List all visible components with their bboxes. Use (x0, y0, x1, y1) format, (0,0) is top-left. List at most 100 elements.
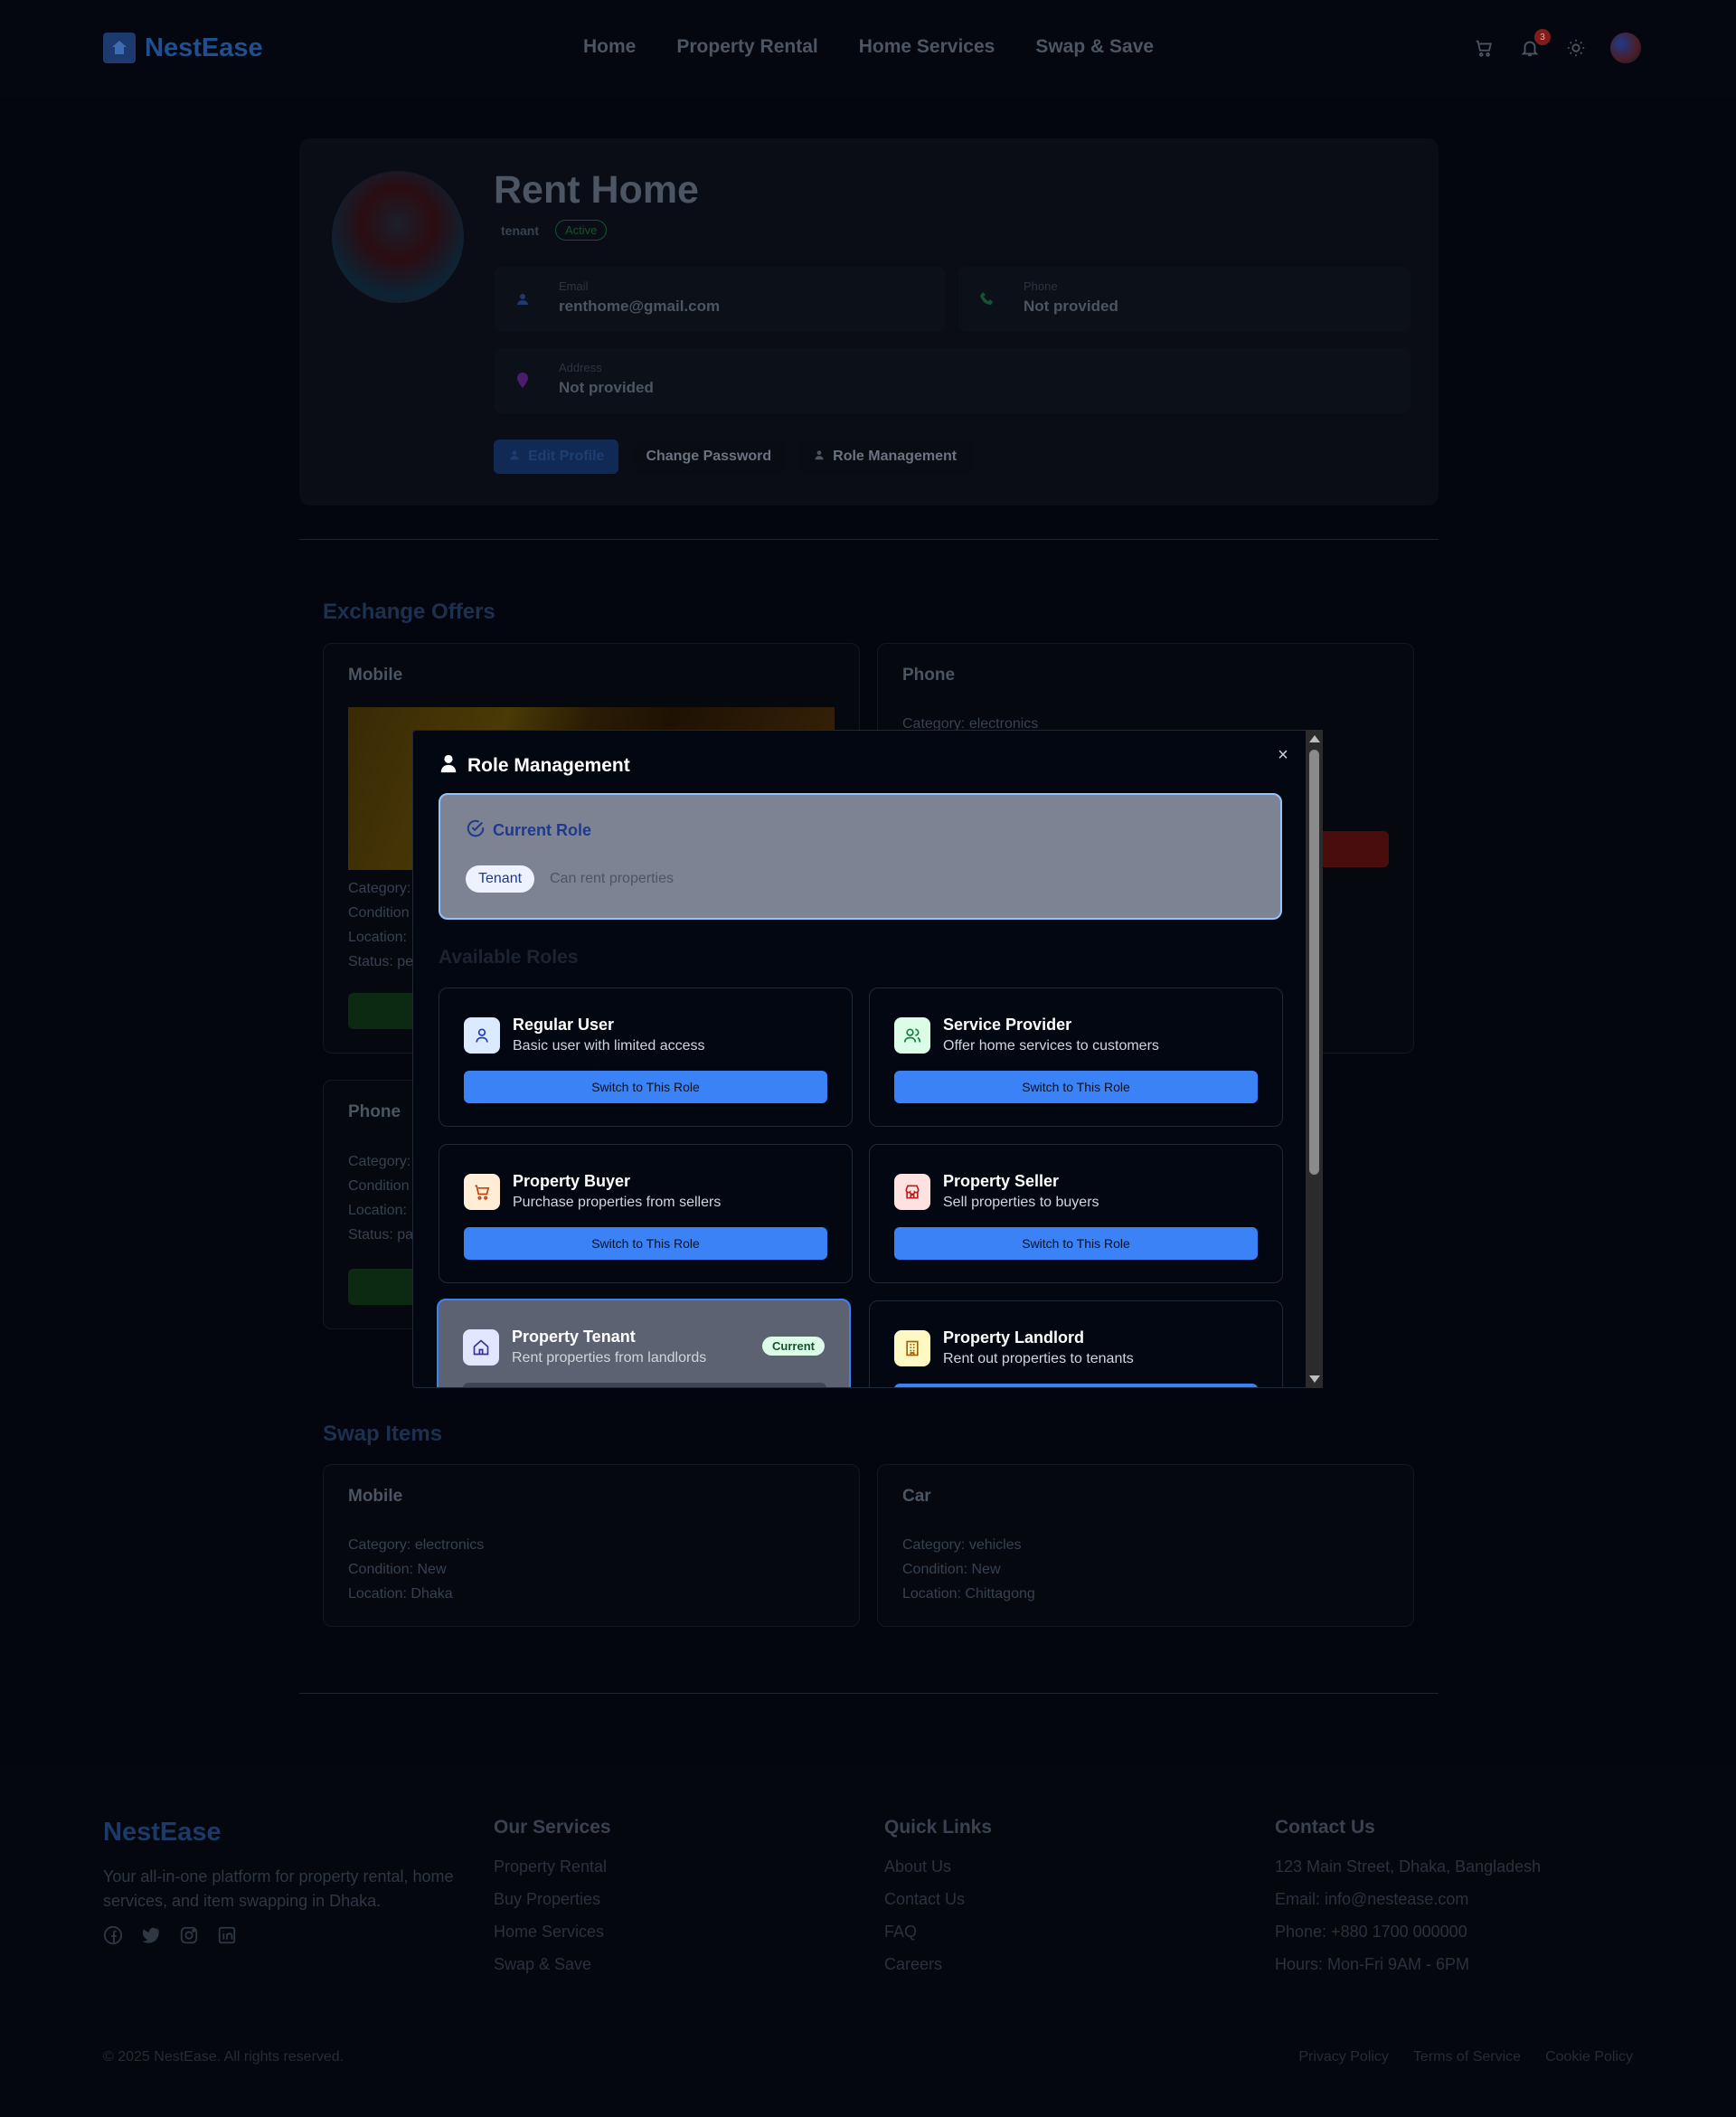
modal-scrollbar[interactable] (1306, 730, 1323, 1388)
store-icon (894, 1174, 930, 1210)
footer-link[interactable]: About Us (884, 1857, 992, 1876)
scroll-up-arrow[interactable] (1309, 735, 1320, 742)
copyright: © 2025 NestEase. All rights reserved. (103, 2049, 344, 2065)
footer-link[interactable]: Contact Us (884, 1890, 992, 1909)
brand-name: NestEase (145, 33, 263, 62)
switch-role-button[interactable]: Switch to This Role (894, 1071, 1258, 1103)
users-icon (894, 1017, 930, 1054)
role-description: Rent properties from landlords (512, 1350, 707, 1366)
switch-role-button[interactable]: Switch to This Role (894, 1227, 1258, 1260)
role-name: Service Provider (943, 1016, 1072, 1034)
terms-link[interactable]: Terms of Service (1413, 2049, 1521, 2065)
legal-links: Privacy Policy Terms of Service Cookie P… (1298, 2049, 1633, 2065)
role-name: Property Seller (943, 1172, 1060, 1190)
close-icon[interactable]: × (1274, 746, 1292, 764)
footer-link[interactable]: Home Services (494, 1923, 611, 1942)
footer-link[interactable]: Property Rental (494, 1857, 611, 1876)
nav-link-property-rental[interactable]: Property Rental (676, 36, 817, 58)
twitter-icon[interactable] (141, 1925, 161, 1945)
scroll-down-arrow[interactable] (1309, 1375, 1320, 1383)
role-name: Regular User (513, 1016, 615, 1034)
privacy-policy-link[interactable]: Privacy Policy (1298, 2049, 1389, 2065)
switch-role-button[interactable]: Switch to This Role (464, 1227, 827, 1260)
role-tag: tenant (501, 222, 539, 238)
modal-title: Role Management (467, 754, 630, 776)
facebook-icon[interactable] (103, 1925, 123, 1945)
reject-button[interactable] (1316, 831, 1389, 867)
user-icon (508, 449, 521, 466)
role-management-button[interactable]: Role Management (798, 439, 972, 474)
notification-badge: 3 (1534, 29, 1551, 45)
item-location: Location: Chittagong (902, 1586, 1035, 1602)
role-description: Offer home services to customers (943, 1038, 1159, 1054)
home-icon (463, 1329, 499, 1366)
role-card-property-seller: Property Seller Sell properties to buyer… (869, 1144, 1283, 1283)
nav-actions: 3 (1472, 29, 1641, 63)
house-logo-icon (103, 33, 136, 63)
cookie-policy-link[interactable]: Cookie Policy (1545, 2049, 1633, 2065)
address-value: Not provided (559, 379, 654, 396)
linkedin-icon[interactable] (217, 1925, 237, 1945)
current-role-pill: Tenant (466, 865, 535, 893)
cart-icon[interactable] (1472, 36, 1495, 60)
item-location: Location: (348, 930, 407, 945)
accept-button[interactable] (348, 1269, 420, 1305)
user-icon (464, 1017, 500, 1054)
switch-role-button[interactable]: Switch to This Role (894, 1384, 1258, 1387)
item-condition: Condition: New (348, 1562, 447, 1577)
item-status: Status: pe (348, 954, 414, 969)
nav-link-swap-save[interactable]: Swap & Save (1035, 36, 1154, 58)
divider (299, 1693, 1439, 1694)
item-location: Location: (348, 1203, 407, 1218)
role-card-regular-user: Regular User Basic user with limited acc… (439, 988, 853, 1127)
user-icon (439, 753, 458, 778)
user-avatar[interactable] (1610, 33, 1641, 63)
footer-contact-title: Contact Us (1275, 1817, 1375, 1838)
bell-icon[interactable]: 3 (1518, 29, 1551, 60)
phone-icon (976, 288, 998, 310)
divider (299, 539, 1439, 540)
current-role-description: Can rent properties (550, 871, 674, 886)
sun-icon[interactable] (1564, 36, 1588, 60)
accept-button[interactable] (348, 993, 420, 1029)
footer-link[interactable]: Careers (884, 1955, 992, 1974)
footer-services-title: Our Services (494, 1817, 611, 1838)
current-role-header: Current Role (466, 818, 591, 843)
building-icon (894, 1330, 930, 1366)
swap-card: Mobile Category: electronics Condition: … (323, 1464, 860, 1627)
role-name: Property Buyer (513, 1172, 631, 1190)
item-category: Category: (348, 881, 411, 896)
footer-links-title: Quick Links (884, 1817, 993, 1838)
current-role-title: Current Role (493, 821, 592, 839)
footer-link[interactable]: Swap & Save (494, 1955, 611, 1974)
item-category: Category: vehicles (902, 1537, 1022, 1553)
email-value: renthome@gmail.com (559, 298, 721, 315)
item-title: Mobile (348, 1487, 403, 1506)
nav-link-home-services[interactable]: Home Services (859, 36, 995, 58)
role-card-property-tenant: Property Tenant Rent properties from lan… (437, 1299, 851, 1387)
instagram-icon[interactable] (179, 1925, 199, 1945)
navbar: NestEase Home Property Rental Home Servi… (0, 0, 1736, 97)
item-category: Category: electronics (348, 1537, 485, 1553)
main-nav: Home Property Rental Home Services Swap … (583, 36, 1194, 58)
change-password-button[interactable]: Change Password (631, 439, 787, 474)
cart-icon (464, 1174, 500, 1210)
footer-contact: Contact Us 123 Main Street, Dhaka, Bangl… (1275, 1817, 1541, 1988)
edit-profile-button[interactable]: Edit Profile (494, 439, 619, 474)
role-description: Sell properties to buyers (943, 1195, 1099, 1210)
item-title: Mobile (348, 666, 403, 685)
map-pin-icon (512, 370, 533, 392)
contact-address: 123 Main Street, Dhaka, Bangladesh (1275, 1857, 1542, 1876)
scroll-thumb[interactable] (1309, 750, 1319, 1175)
user-icon (512, 288, 533, 310)
footer-link[interactable]: FAQ (884, 1923, 992, 1942)
switch-role-button[interactable]: Switch to This Role (464, 1071, 827, 1103)
footer-link[interactable]: Buy Properties (494, 1890, 611, 1909)
modal-header: Role Management (439, 753, 630, 778)
footer-description: Your all-in-one platform for property re… (103, 1867, 454, 1910)
item-condition: Condition: New (902, 1562, 1001, 1577)
nav-link-home[interactable]: Home (583, 36, 636, 58)
item-title: Phone (348, 1102, 401, 1121)
brand-logo[interactable]: NestEase (103, 33, 263, 63)
role-name: Property Landlord (943, 1328, 1085, 1347)
